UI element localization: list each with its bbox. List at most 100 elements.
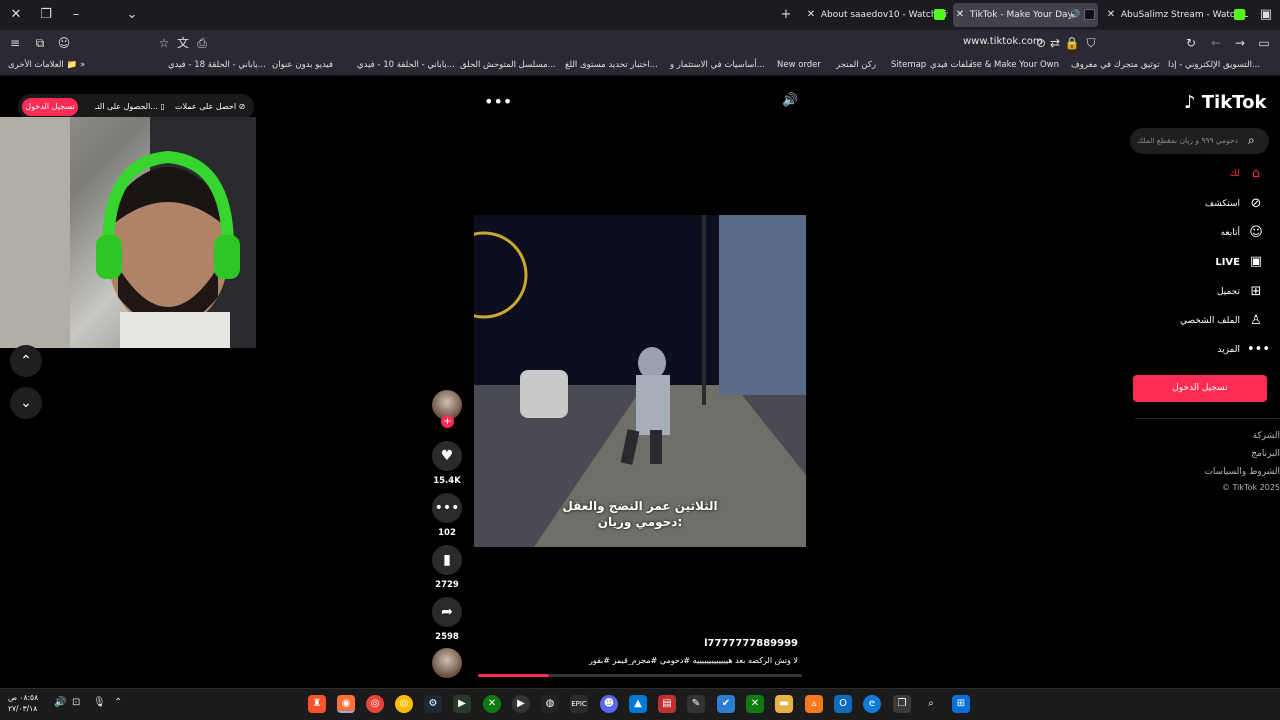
tab-bar: ✕ ❐ – ⌄ + ✕ About saaedov10 - Watch Live… [0, 0, 1280, 30]
shopping-icon[interactable]: ▤ [658, 695, 676, 713]
bookmark-item[interactable]: ملفات فيدي [930, 60, 973, 70]
music-disc-avatar[interactable] [432, 648, 462, 678]
xbox-app-icon[interactable]: ✕ [746, 695, 764, 713]
close-tab-icon[interactable]: ✕ [804, 3, 818, 27]
previous-video-button[interactable]: ⌃ [10, 345, 42, 377]
bookmark-item[interactable]: Sitemap [891, 60, 926, 70]
tab-saaedov10[interactable]: ✕ About saaedov10 - Watch Live [804, 3, 948, 27]
brave-icon[interactable]: ♜ [308, 695, 326, 713]
translate-icon[interactable]: 文 [174, 34, 192, 52]
screenshot-icon[interactable]: ⎙ [193, 34, 211, 52]
webcam-overlay [0, 117, 256, 348]
volume-icon[interactable]: 🔊 [782, 93, 798, 108]
nav-upload[interactable]: تحميل [1150, 287, 1240, 297]
comment-button[interactable]: ••• [432, 493, 462, 523]
bookmark-item[interactable]: ياباني - الحلقة 10 - فيدي... [357, 60, 455, 70]
permissions-icon[interactable]: ⇄ [1046, 34, 1064, 52]
menu-icon[interactable]: ≡ [6, 34, 24, 52]
checklist-icon[interactable]: ✔ [717, 695, 735, 713]
network-tray-icon[interactable]: ⊡ [72, 697, 80, 708]
bookmark-item[interactable]: أساسيات في الاستثمار و... [670, 60, 765, 70]
microphone-tray-icon[interactable]: 🎙 [93, 697, 106, 708]
tray-chevron-icon[interactable]: ⌃ [114, 697, 122, 708]
get-coins-button[interactable]: احصل على عملات ⊘ [175, 102, 245, 111]
epic-games-icon[interactable]: EPIC [570, 695, 588, 713]
bookmark-item[interactable]: ise & Make Your Own [970, 60, 1059, 70]
discord-icon[interactable]: ☻ [600, 695, 618, 713]
search-icon[interactable]: ⌕ [1248, 133, 1255, 148]
new-tab-icon[interactable]: + [776, 6, 796, 24]
firefox-icon[interactable]: ◉ [337, 695, 355, 713]
tab-list-chevron-icon[interactable]: ⌄ [122, 6, 142, 24]
paint-icon[interactable]: ✎ [687, 695, 705, 713]
bookmark-item[interactable]: New order [777, 60, 821, 70]
tiktok-logo[interactable]: ♪ TikTok [1184, 92, 1266, 113]
address-bar[interactable]: www.tiktok.com [963, 36, 1043, 47]
bookmark-item[interactable]: مسلسل المتوحش الحلق... [460, 60, 556, 70]
bookmark-item[interactable]: ياباني - الحلقة 18 - فيدي... [168, 60, 266, 70]
footer-company[interactable]: الشركة [1150, 431, 1280, 441]
chrome-canary-icon[interactable]: ◎ [395, 695, 413, 713]
minimize-window-icon[interactable]: – [66, 6, 86, 24]
file-explorer-icon[interactable]: ▬ [775, 695, 793, 713]
bookmark-item[interactable]: اختبار تحديد مستوى اللغ... [565, 60, 658, 70]
nav-profile[interactable]: الملف الشخصي [1150, 316, 1240, 326]
shield-icon[interactable]: ⛉ [1082, 34, 1100, 52]
bookmark-item[interactable]: التسويق الإلكتروني - إدا... [1168, 60, 1260, 70]
save-button[interactable]: ▮ [432, 545, 462, 575]
bookmark-other-folder[interactable]: العلامات الأخرى 📁 [8, 60, 77, 70]
edge-icon[interactable]: e [863, 695, 881, 713]
nav-live[interactable]: LIVE [1150, 257, 1240, 268]
tab-abusalimz[interactable]: ✕ AbuSalimz Stream - Watch Live [1104, 3, 1248, 27]
like-button[interactable]: ♥ [432, 441, 462, 471]
nav-following[interactable]: أتابعه [1150, 228, 1240, 238]
account-icon[interactable]: ☺ [55, 34, 73, 52]
close-tab-icon[interactable]: ✕ [953, 3, 967, 27]
share-button[interactable]: ➦ [432, 597, 462, 627]
nav-for-you[interactable]: لك [1150, 169, 1240, 179]
vlc-icon[interactable]: ▵ [805, 695, 823, 713]
close-tab-icon[interactable]: ✕ [1104, 3, 1118, 27]
nav-more[interactable]: المزيد [1150, 345, 1240, 355]
obs-icon[interactable]: ◍ [541, 695, 559, 713]
footer-program[interactable]: البرنامج [1150, 449, 1280, 459]
get-app-button[interactable]: الحصول على التـ... ▯ [95, 102, 165, 111]
lock-icon[interactable]: 🔒 [1063, 34, 1081, 52]
video-progress-bar[interactable] [478, 674, 802, 677]
reload-icon[interactable]: ↻ [1182, 34, 1200, 52]
chrome-icon[interactable]: ◎ [366, 695, 384, 713]
bookmark-star-icon[interactable]: ☆ [155, 34, 173, 52]
photos-icon[interactable]: ▲ [629, 695, 647, 713]
author-name[interactable]: l7777777889999 [600, 638, 798, 649]
sidebar-toggle-icon[interactable]: ▭ [1255, 34, 1273, 52]
next-video-button[interactable]: ⌄ [10, 387, 42, 419]
xbox-icon[interactable]: ✕ [483, 695, 501, 713]
volume-tray-icon[interactable]: 🔊 [54, 697, 66, 708]
close-window-icon[interactable]: ✕ [6, 6, 26, 24]
taskbar-clock[interactable]: ٠٨:٥٨ ص ٢٧/٠٣/١٨ [8, 692, 38, 714]
login-button[interactable]: تسجيل الدخول [22, 98, 78, 116]
tab-tiktok[interactable]: ✕ TikTok - Make Your Day 🔊 [953, 3, 1098, 27]
follow-plus-icon[interactable]: + [441, 415, 454, 428]
extensions-icon[interactable]: ⧉ [31, 34, 49, 52]
speaker-icon[interactable]: 🔊 [1069, 3, 1080, 27]
task-view-icon[interactable]: ❐ [893, 695, 911, 713]
more-options-icon[interactable]: ••• [484, 92, 512, 111]
media-player-icon[interactable]: ▶ [512, 695, 530, 713]
game-launcher-icon[interactable]: ▶ [453, 695, 471, 713]
nav-explore[interactable]: استكشف [1150, 199, 1240, 209]
bookmarks-overflow-icon[interactable]: » [80, 60, 85, 70]
tab-overview-icon[interactable]: ▣ [1256, 6, 1276, 24]
taskbar-search-icon[interactable]: ⌕ [922, 695, 940, 713]
forward-icon[interactable]: → [1231, 34, 1249, 52]
bookmark-item[interactable]: فيديو بدون عنوان [272, 60, 333, 70]
footer-terms[interactable]: الشروط والسياسات [1150, 467, 1280, 477]
restore-window-icon[interactable]: ❐ [36, 6, 56, 24]
back-icon[interactable]: ← [1207, 34, 1225, 52]
bookmark-item[interactable]: توثيق متجرك في معروف [1071, 60, 1160, 70]
bookmark-item[interactable]: ركن المتجر [836, 60, 876, 70]
sidebar-login-button[interactable]: تسجيل الدخول [1133, 375, 1267, 402]
windows-start-icon[interactable]: ⊞ [952, 695, 970, 713]
outlook-icon[interactable]: O [834, 695, 852, 713]
steam-icon[interactable]: ⚙ [424, 695, 442, 713]
